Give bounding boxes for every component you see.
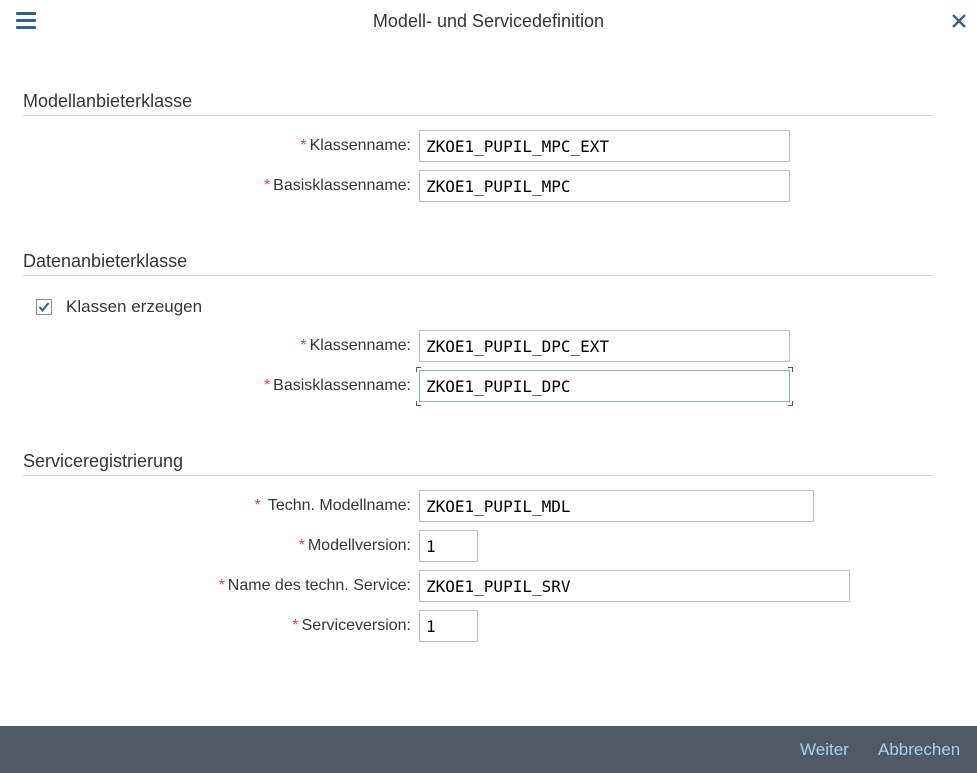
model-base-class-input[interactable] <box>419 170 790 202</box>
section-title-model-provider: Modellanbieterklasse <box>23 91 193 111</box>
checkmark-icon <box>38 302 50 313</box>
service-name-label: * Name des techn. Service: <box>218 577 411 594</box>
dialog-title: Modell- und Servicedefinition <box>372 11 605 31</box>
service-version-input[interactable] <box>419 610 478 642</box>
service-version-label: * Serviceversion: <box>292 617 411 634</box>
model-version-label: * Modellversion: <box>298 537 411 554</box>
model-class-name-input[interactable] <box>419 130 790 162</box>
service-name-input[interactable] <box>419 570 850 602</box>
model-base-class-label: * Basisklassenname: <box>263 177 411 194</box>
generate-classes-label[interactable]: Klassen erzeugen <box>66 297 202 317</box>
section-divider <box>23 275 934 276</box>
close-icon[interactable] <box>948 10 970 32</box>
focus-corner <box>788 367 793 372</box>
dialog-footer: Weiter Abbrechen <box>0 726 977 773</box>
focus-corner <box>416 401 421 406</box>
model-version-input[interactable] <box>419 530 478 562</box>
generate-classes-checkbox[interactable] <box>36 299 52 315</box>
data-class-name-input[interactable] <box>419 330 790 362</box>
section-divider <box>23 115 934 116</box>
section-title-service-registration: Serviceregistrierung <box>23 451 184 471</box>
model-class-name-label: * Klassenname: <box>300 137 411 154</box>
focus-corner <box>788 401 793 406</box>
focus-corner <box>416 367 421 372</box>
model-name-label: * Techn. Modellname: <box>254 497 411 514</box>
cancel-button[interactable]: Abbrechen <box>878 740 960 760</box>
data-base-class-input[interactable] <box>419 370 790 402</box>
section-divider <box>23 475 934 476</box>
dialog-header: Modell- und Servicedefinition <box>0 0 977 44</box>
data-base-class-label: * Basisklassenname: <box>263 377 411 394</box>
section-title-data-provider: Datenanbieterklasse <box>23 251 188 271</box>
model-name-input[interactable] <box>419 490 814 522</box>
next-button[interactable]: Weiter <box>800 740 849 760</box>
data-class-name-label: * Klassenname: <box>300 337 411 354</box>
